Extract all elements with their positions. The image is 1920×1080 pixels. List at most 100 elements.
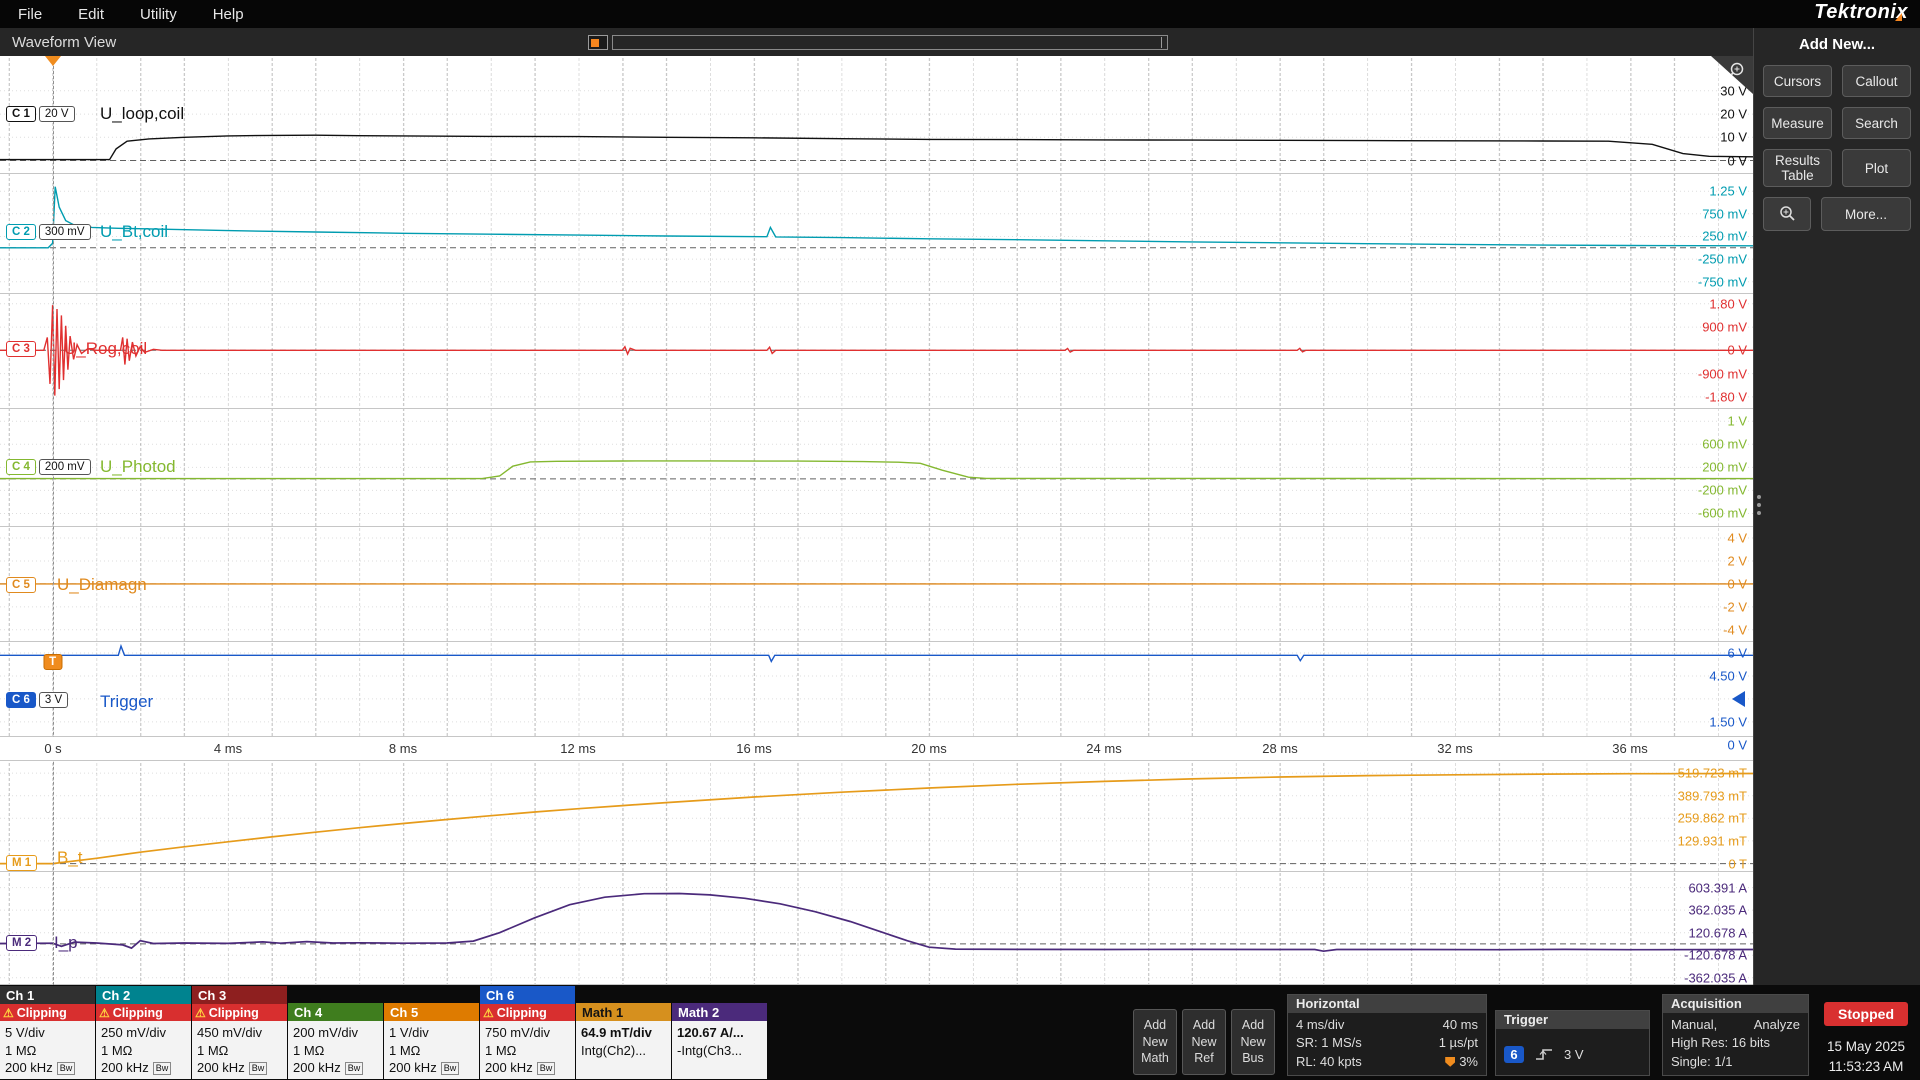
waveform-m1 (0, 761, 1753, 872)
channel-badge-c6[interactable]: C 63 V (6, 692, 68, 708)
trigger-level-value[interactable]: 3 V (1564, 1047, 1584, 1062)
bandwidth-badge: Bw (249, 1062, 268, 1075)
time-tick-label: 24 ms (1086, 741, 1121, 756)
axis-tick-m2: 603.391 A (1688, 881, 1747, 896)
trigger-flag-badge[interactable]: T (43, 654, 62, 670)
axis-tick-m2: 362.035 A (1688, 903, 1747, 918)
clipping-label: Clipping (209, 1006, 259, 1020)
button-line: Add (1144, 1017, 1166, 1034)
axis-tick-m1: 259.862 mT (1678, 811, 1747, 826)
axis-tick-c3: 900 mV (1702, 320, 1747, 335)
trigger-level-marker[interactable] (1732, 691, 1745, 707)
axis-tick-c4: -600 mV (1698, 506, 1747, 521)
add-new-math-button[interactable]: AddNewMath (1133, 1009, 1177, 1075)
menu-help[interactable]: Help (195, 0, 262, 28)
axis-tick-m1: 519.723 mT (1678, 766, 1747, 781)
tile-setting-row: 1 MΩ (197, 1042, 282, 1060)
tile-ch-3[interactable]: Ch 3⚠Clipping450 mV/div1 MΩ200 kHzBw (192, 986, 287, 1079)
zoom-overview-bar[interactable] (588, 35, 1168, 50)
axis-tick-c5: 4 V (1727, 531, 1747, 546)
plot-area: 30 V20 V10 V0 VC 120 VU_loop,coil1.25 V7… (0, 56, 1753, 985)
channel-badge-c2[interactable]: C 2300 mV (6, 224, 91, 240)
axis-tick-c3: -1.80 V (1705, 390, 1747, 405)
zoom-position-icon[interactable] (588, 35, 608, 50)
tile-ch-4[interactable]: Ch 4200 mV/div1 MΩ200 kHzBw (288, 1003, 383, 1079)
axis-tick-c3: 0 V (1727, 343, 1747, 358)
axis-tick-c6: 0 V (1727, 738, 1747, 753)
trigger-source-chip[interactable]: 6 (1504, 1046, 1524, 1063)
menu-items: FileEditUtilityHelp (0, 0, 262, 28)
horizontal-value-right: 1 µs/pt (1439, 1034, 1478, 1052)
bandwidth-badge: Bw (537, 1062, 556, 1075)
axis-tick-c5: 2 V (1727, 554, 1747, 569)
tile-setting-row: 1 MΩ (485, 1042, 570, 1060)
slice-m2: 603.391 A362.035 A120.678 A-120.678 A-36… (0, 872, 1753, 985)
add-new-ref-button[interactable]: AddNewRef (1182, 1009, 1226, 1075)
panel-grip-handle[interactable] (1757, 495, 1761, 499)
menu-utility[interactable]: Utility (122, 0, 195, 28)
channel-badge-m1[interactable]: M 1 (6, 855, 37, 871)
trigger-panel[interactable]: Trigger 6 3 V (1495, 1010, 1650, 1076)
acquisition-value-left: Manual, (1671, 1016, 1717, 1034)
tile-ch-1[interactable]: Ch 1⚠Clipping5 V/div1 MΩ200 kHzBw (0, 986, 95, 1079)
zoom-tool-button[interactable] (1763, 197, 1811, 231)
axis-tick-c2: 250 mV (1702, 229, 1747, 244)
tile-setting-row: 750 mV/div (485, 1024, 570, 1042)
tile-math-1[interactable]: Math 164.9 mT/divIntg(Ch2)... (576, 1003, 671, 1079)
axis-tick-c1: 0 V (1727, 154, 1747, 169)
menu-edit[interactable]: Edit (60, 0, 122, 28)
waveform-c4 (0, 409, 1753, 527)
waveform-view: Waveform View 30 V20 V10 V0 VC 120 VU_lo… (0, 28, 1753, 985)
slice-c6: 6 V4.50 V1.50 V0 VC 63 VTrigger (0, 642, 1753, 737)
axis-tick-c2: -250 mV (1698, 252, 1747, 267)
right-sidebar: Add New... CursorsCalloutMeasureSearchRe… (1753, 28, 1920, 985)
axis-tick-c1: 10 V (1720, 130, 1747, 145)
waveform-m2 (0, 872, 1753, 985)
sidebar-button-results-table[interactable]: Results Table (1763, 149, 1832, 187)
tile-ch-5[interactable]: Ch 51 V/div1 MΩ200 kHzBw (384, 1003, 479, 1079)
sidebar-button-more[interactable]: More... (1821, 197, 1911, 231)
axis-tick-c4: 600 mV (1702, 437, 1747, 452)
axis-tick-c6: 4.50 V (1709, 669, 1747, 684)
button-line: Add (1193, 1017, 1215, 1034)
add-new-bus-button[interactable]: AddNewBus (1231, 1009, 1275, 1075)
axis-tick-c3: 1.80 V (1709, 297, 1747, 312)
axis-tick-c1: 20 V (1720, 107, 1747, 122)
tile-setting-row: 250 mV/div (101, 1024, 186, 1042)
acquisition-panel[interactable]: Acquisition Manual,AnalyzeHigh Res: 16 b… (1662, 994, 1809, 1076)
menu-file[interactable]: File (0, 0, 60, 28)
sidebar-button-callout[interactable]: Callout (1842, 65, 1911, 97)
axis-tick-m2: -120.678 A (1684, 948, 1747, 963)
horizontal-value: 40 ms (1443, 1016, 1478, 1034)
tile-ch-6[interactable]: Ch 6⚠Clipping750 mV/div1 MΩ200 kHzBw (480, 986, 575, 1079)
tile-setting-row: 64.9 mT/div (581, 1024, 666, 1042)
trigger-position-marker[interactable] (45, 56, 61, 66)
time-axis: 0 s4 ms8 ms12 ms16 ms20 ms24 ms28 ms32 m… (0, 737, 1753, 761)
axis-tick-c3: -900 mV (1698, 367, 1747, 382)
sidebar-button-cursors[interactable]: Cursors (1763, 65, 1832, 97)
axis-tick-c6: 6 V (1727, 646, 1747, 661)
horizontal-value-left: RL: 40 kpts (1296, 1053, 1362, 1071)
tile-setting-row: 200 kHzBw (389, 1059, 474, 1077)
horizontal-panel[interactable]: Horizontal 4 ms/div40 msSR: 1 MS/s1 µs/p… (1287, 994, 1487, 1076)
slice-c4: 1 V600 mV200 mV-200 mV-600 mVC 4200 mVU_… (0, 409, 1753, 527)
channel-badge-c1[interactable]: C 120 V (6, 106, 75, 122)
axis-tick-c5: -4 V (1723, 623, 1747, 638)
sidebar-button-search[interactable]: Search (1842, 107, 1911, 139)
clipping-warning: ⚠Clipping (96, 1004, 191, 1021)
channel-badge-c5[interactable]: C 5 (6, 577, 36, 593)
run-stop-button[interactable]: Stopped (1824, 1002, 1908, 1026)
tile-ch-2[interactable]: Ch 2⚠Clipping250 mV/div1 MΩ200 kHzBw (96, 986, 191, 1079)
acquisition-value-right: Analyze (1754, 1016, 1800, 1034)
channel-badge-c3[interactable]: C 3 (6, 341, 36, 357)
channel-badge-m2[interactable]: M 2 (6, 935, 37, 951)
sidebar-button-measure[interactable]: Measure (1763, 107, 1832, 139)
channel-badge-c4[interactable]: C 4200 mV (6, 459, 91, 475)
axis-tick-m2: 120.678 A (1688, 926, 1747, 941)
zoom-overview-track[interactable] (612, 35, 1168, 50)
clipping-warning: ⚠Clipping (192, 1004, 287, 1021)
waveform-c1 (0, 56, 1753, 174)
tile-math-2[interactable]: Math 2120.67 A/...-Intg(Ch3... (672, 1003, 767, 1079)
acquisition-row: High Res: 16 bits (1671, 1034, 1800, 1052)
sidebar-button-plot[interactable]: Plot (1842, 149, 1911, 187)
